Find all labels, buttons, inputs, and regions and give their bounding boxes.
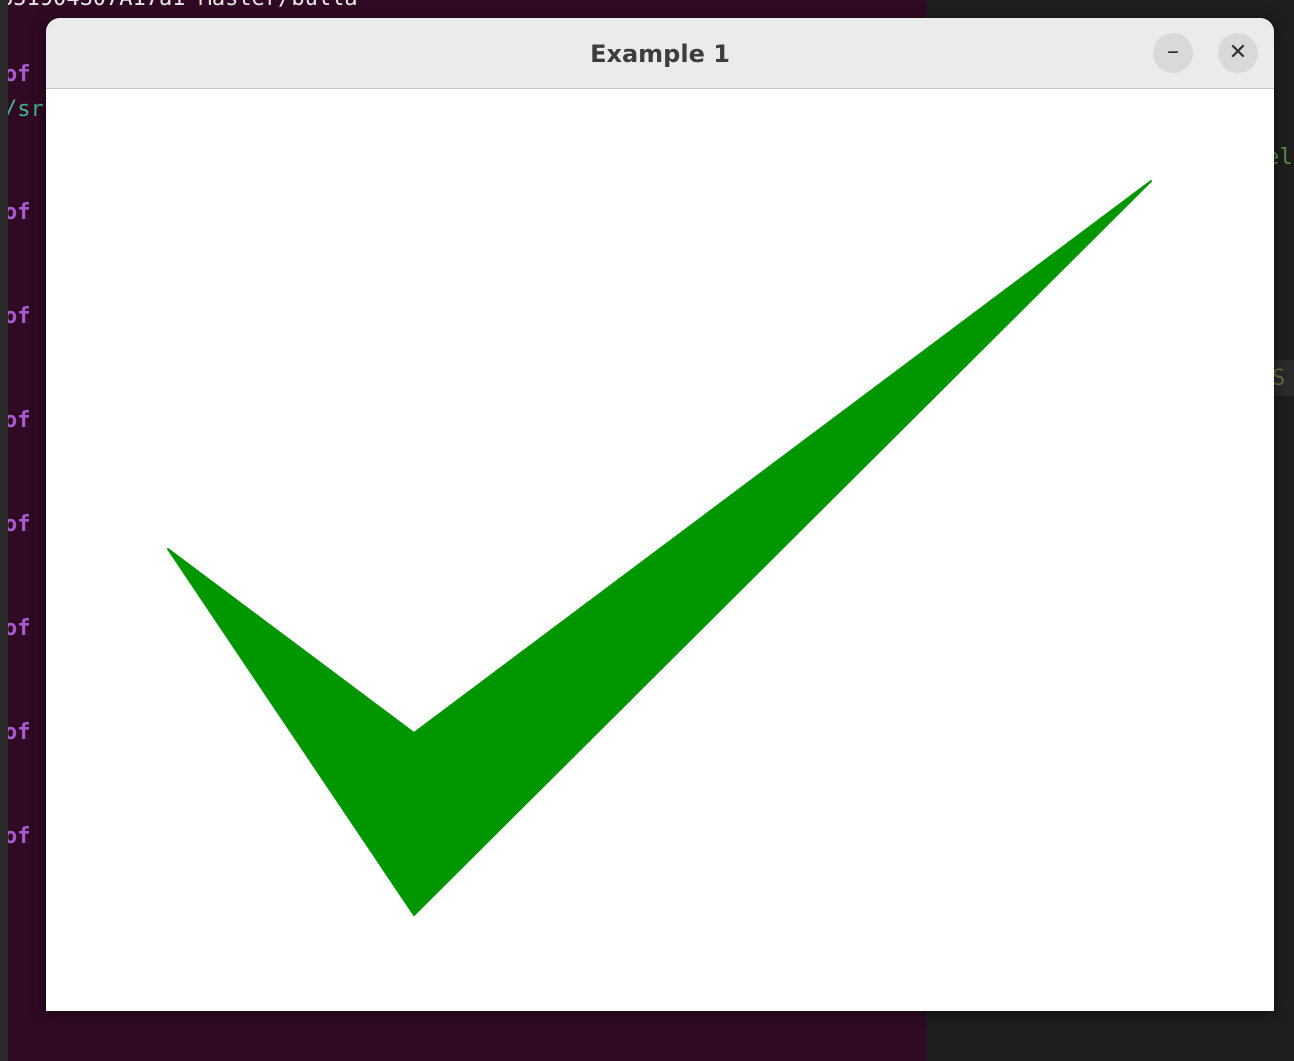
window-title: Example 1 xyxy=(590,40,730,68)
app-window: Example 1 – ✕ xyxy=(46,18,1274,1011)
drawing-canvas xyxy=(46,89,1274,1011)
close-button[interactable]: ✕ xyxy=(1218,33,1258,73)
minimize-button[interactable]: – xyxy=(1153,33,1193,73)
terminal-line: /sr xyxy=(4,97,44,122)
window-titlebar[interactable]: Example 1 – ✕ xyxy=(46,18,1274,89)
canvas-svg xyxy=(167,180,1152,916)
screen-edge xyxy=(0,0,8,1061)
checkmark-shape xyxy=(167,180,1152,916)
terminal-path-line: S51904S07A17a1-Master/bulla xyxy=(0,0,358,11)
